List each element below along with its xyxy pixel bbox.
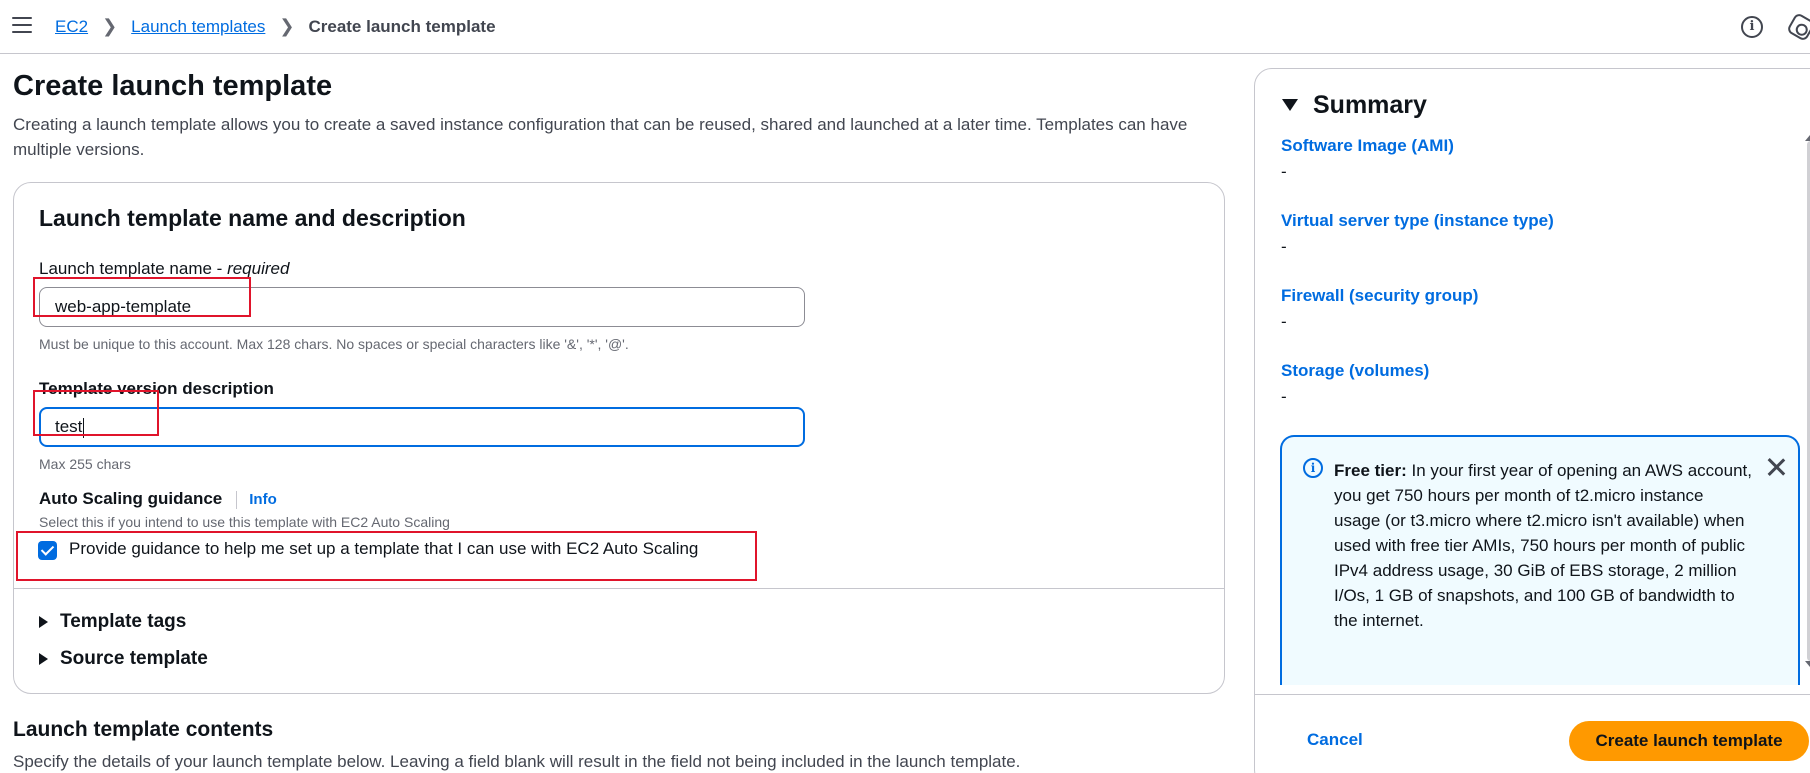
free-tier-text: Free tier: In your first year of opening… [1334,458,1754,633]
summary-storage-value: - [1281,387,1287,406]
cancel-button[interactable]: Cancel [1307,730,1363,750]
autoscaling-checkbox-label[interactable]: Provide guidance to help me set up a tem… [69,539,698,559]
version-description-help: Max 255 chars [39,456,131,472]
chevron-right-icon: ❯ [279,16,295,36]
autoscaling-help: Select this if you intend to use this te… [39,514,450,530]
caret-down-icon[interactable] [1282,99,1298,111]
summary-firewall-value: - [1281,312,1287,331]
create-launch-template-button[interactable]: Create launch template [1569,721,1809,761]
settings-icon[interactable] [1785,11,1810,43]
contents-section-title: Launch template contents [13,718,274,741]
summary-panel: Summary Software Image (AMI) - Virtual s… [1254,68,1810,773]
source-template-expander[interactable]: Source template [39,648,208,670]
summary-ami-link[interactable]: Software Image (AMI) [1281,136,1454,156]
version-description-value: test [55,417,83,436]
template-name-help: Must be unique to this account. Max 128 … [39,336,629,352]
summary-storage-link[interactable]: Storage (volumes) [1281,361,1429,381]
summary-title[interactable]: Summary [1313,91,1427,120]
free-tier-body: In your first year of opening an AWS acc… [1334,461,1752,630]
page-title: Create launch template [13,70,333,102]
breadcrumb-ec2-link[interactable]: EC2 [55,17,88,37]
template-tags-expander[interactable]: Template tags [39,611,186,633]
template-name-label-text: Launch template name - [39,259,228,278]
autoscaling-guidance-title: Auto Scaling guidance [39,489,223,508]
summary-firewall-link[interactable]: Firewall (security group) [1281,286,1478,306]
menu-icon[interactable] [12,17,32,35]
template-tags-label: Template tags [60,611,187,632]
breadcrumb: EC2 ❯ Launch templates ❯ Create launch t… [55,16,496,37]
summary-instance-type-link[interactable]: Virtual server type (instance type) [1281,211,1554,231]
autoscaling-guidance-label: Auto Scaling guidance Info [39,489,277,509]
summary-ami-value: - [1281,162,1287,181]
page-description: Creating a launch template allows you to… [13,115,1188,159]
required-marker: required [227,259,290,278]
caret-right-icon [39,616,48,628]
autoscaling-info-link[interactable]: Info [249,491,277,508]
free-tier-title: Free tier: [1334,461,1407,480]
info-icon[interactable]: i [1741,16,1763,38]
summary-instance-type-value: - [1281,237,1287,256]
breadcrumb-current: Create launch template [308,16,496,36]
template-name-label: Launch template name - required [39,259,289,279]
divider [236,490,238,509]
close-icon[interactable] [1764,455,1788,479]
template-name-input[interactable]: web-app-template [39,287,805,327]
free-tier-alert: i Free tier: In your first year of openi… [1280,435,1800,685]
scroll-down-arrow-icon[interactable] [1805,661,1810,667]
top-navigation-bar: EC2 ❯ Launch templates ❯ Create launch t… [0,0,1810,54]
version-description-label: Template version description [39,379,274,398]
section-divider [14,588,1224,589]
info-icon: i [1303,458,1323,478]
card-heading: Launch template name and description [39,205,466,231]
contents-section-description: Specify the details of your launch templ… [13,752,1021,771]
source-template-label: Source template [60,648,208,669]
caret-right-icon [39,653,48,665]
panel-divider [1255,694,1810,695]
text-cursor [83,417,85,438]
name-description-card: Launch template name and description Lau… [13,182,1225,694]
chevron-right-icon: ❯ [102,16,118,36]
breadcrumb-launch-templates-link[interactable]: Launch templates [131,17,265,37]
version-description-input[interactable]: test [39,407,805,447]
autoscaling-checkbox[interactable] [38,541,57,560]
